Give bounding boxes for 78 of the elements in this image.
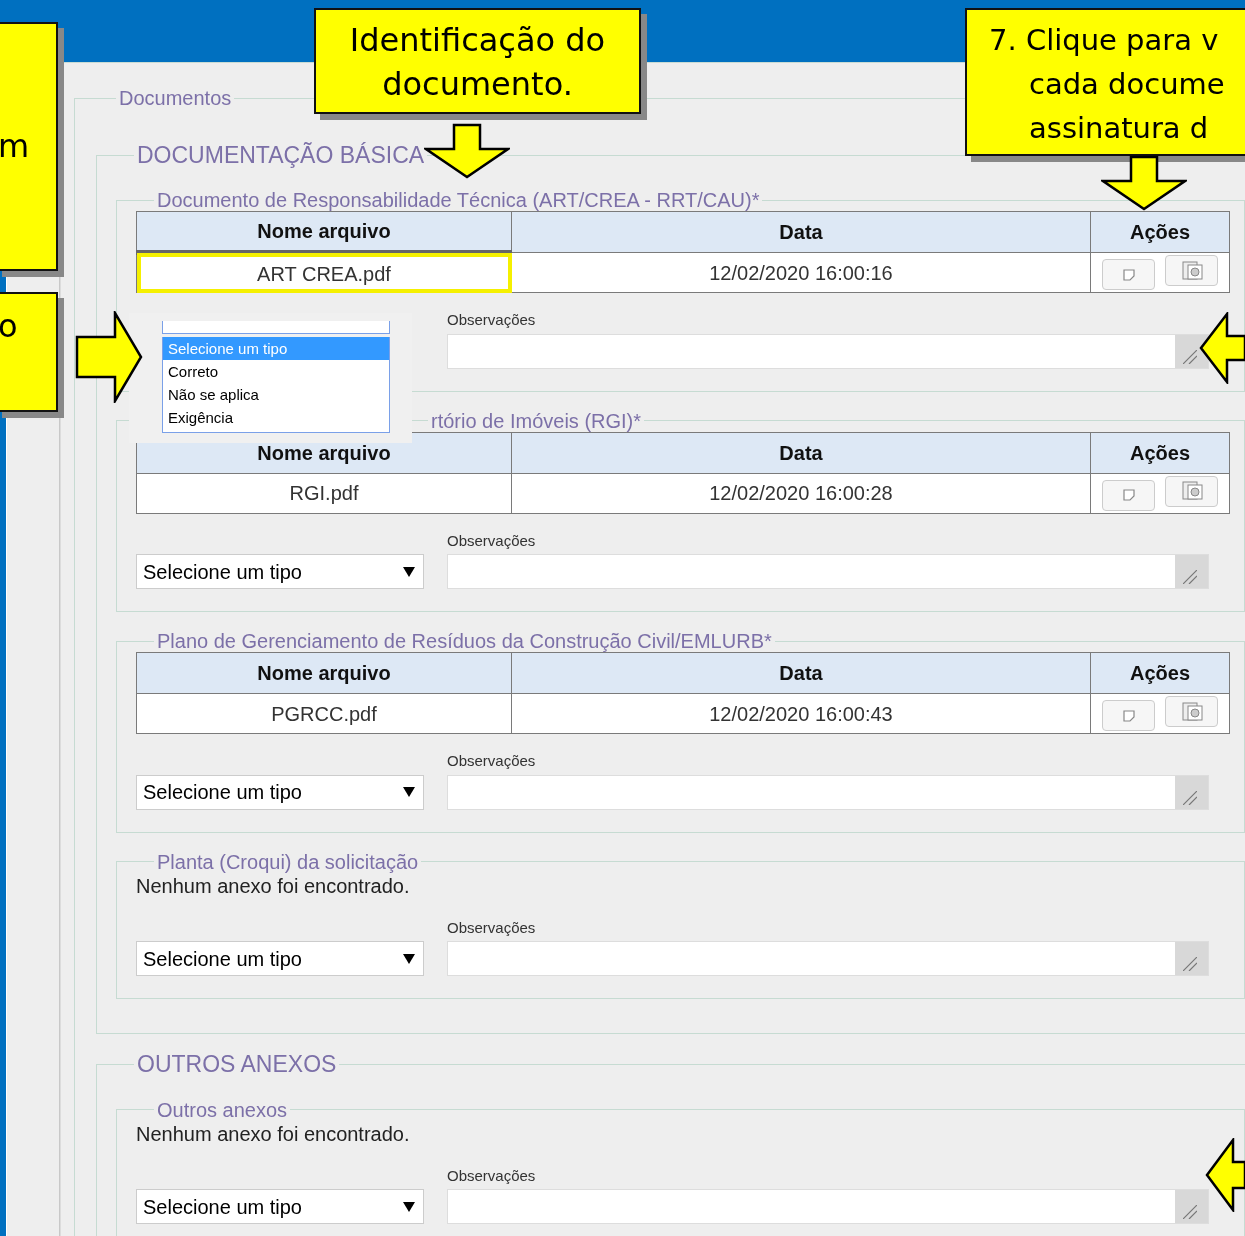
callout-text: assinatura d <box>1028 110 1210 147</box>
document-button[interactable] <box>1165 475 1218 507</box>
select-field[interactable]: Selecione um tipo <box>136 554 424 590</box>
group-title: DOCUMENTAÇÃO BÁSICA <box>136 143 426 169</box>
section-title: Outros anexos <box>156 1098 289 1121</box>
callout-text: o <box>0 306 19 347</box>
caret-icon <box>403 953 415 964</box>
select-value: Selecione um tipo <box>143 1194 302 1220</box>
callout-text: documento. <box>381 64 574 105</box>
section-title: Plano de Gerenciamento de Resíduos da Construção Civil/EMLURB* <box>156 630 773 653</box>
resize-grip-icon <box>1183 570 1197 585</box>
observations-field[interactable] <box>447 941 1209 977</box>
callout-text: m <box>0 126 31 167</box>
document-button[interactable] <box>1165 696 1218 728</box>
callout-text: Identificação do <box>348 20 607 61</box>
column-header: Data <box>511 432 1091 474</box>
callout-text: cada docume <box>1028 66 1226 103</box>
empty-message: Nenhum anexo foi encontrado. <box>136 1121 411 1147</box>
resize-grip-icon <box>1183 790 1197 805</box>
section-title: Planta (Croqui) da solicitação <box>156 850 420 873</box>
arrow-icon <box>1205 1138 1245 1212</box>
document-button[interactable] <box>1165 255 1218 287</box>
column-header: Data <box>511 211 1091 253</box>
note-button[interactable] <box>1102 700 1155 732</box>
dropdown-option[interactable]: Correto <box>163 360 389 384</box>
table-cell: 12/02/2020 16:00:16 <box>511 252 1091 293</box>
callout-text: 7. Clique para v <box>989 22 1220 59</box>
column-header: Nome arquivo <box>136 652 512 694</box>
table-cell: RGI.pdf <box>136 473 512 514</box>
column-header: Ações <box>1090 211 1230 253</box>
column-header: Ações <box>1090 432 1230 474</box>
resize-grip-icon <box>1183 1205 1197 1220</box>
select-field[interactable]: Selecione um tipo <box>136 941 424 977</box>
select-value: Selecione um tipo <box>143 946 302 972</box>
field-label: Observações <box>447 1165 537 1186</box>
arrow-icon <box>1199 312 1245 384</box>
column-header: Nome arquivo <box>136 211 512 253</box>
select-value: Selecione um tipo <box>143 559 302 585</box>
observations-field[interactable] <box>447 333 1209 369</box>
resize-grip-icon <box>1183 957 1197 972</box>
group-title: OUTROS ANEXOS <box>136 1052 338 1078</box>
field-label: Observações <box>447 530 537 551</box>
field-label: Observações <box>447 751 537 772</box>
caret-icon <box>403 1201 415 1212</box>
arrow-icon <box>424 123 510 179</box>
note-icon <box>1122 489 1135 502</box>
observations-field[interactable] <box>447 1189 1209 1225</box>
arrow-icon <box>75 311 143 403</box>
panel-title: Documentos <box>118 87 233 109</box>
note-button[interactable] <box>1102 259 1155 291</box>
resize-grip-icon <box>1183 349 1197 364</box>
caret-icon <box>403 787 415 798</box>
document-icon <box>1179 260 1204 281</box>
dropdown-option[interactable]: Exigência <box>163 406 389 430</box>
select-field[interactable]: Selecione um tipo <box>136 1189 424 1225</box>
column-header: Data <box>511 652 1091 694</box>
table-cell: ART CREA.pdf <box>136 252 512 293</box>
note-icon <box>1122 268 1135 281</box>
table-cell: 12/02/2020 16:00:43 <box>511 693 1091 734</box>
select-field[interactable]: Selecione um tipo <box>136 774 424 810</box>
dropdown-option[interactable]: Não se aplica <box>163 383 389 407</box>
document-icon <box>1179 701 1204 722</box>
observations-field[interactable] <box>447 554 1209 590</box>
note-icon <box>1122 709 1135 722</box>
section-title: rtório de Imóveis (RGI)* <box>430 409 643 432</box>
document-icon <box>1179 481 1204 502</box>
observations-field[interactable] <box>447 774 1209 810</box>
section-title: Documento de Responsabilidade Técnica (ART/CREA - RRT/CAU)* <box>156 189 761 212</box>
empty-message: Nenhum anexo foi encontrado. <box>136 873 411 899</box>
caret-icon <box>403 566 415 577</box>
table-cell: PGRCC.pdf <box>136 693 512 734</box>
field-label: Observações <box>447 917 537 938</box>
column-header: Ações <box>1090 652 1230 694</box>
note-button[interactable] <box>1102 479 1155 511</box>
table-cell: 12/02/2020 16:00:28 <box>511 473 1091 514</box>
field-label: Observações <box>447 310 537 331</box>
select-value: Selecione um tipo <box>143 780 302 806</box>
select-field[interactable] <box>162 321 390 335</box>
